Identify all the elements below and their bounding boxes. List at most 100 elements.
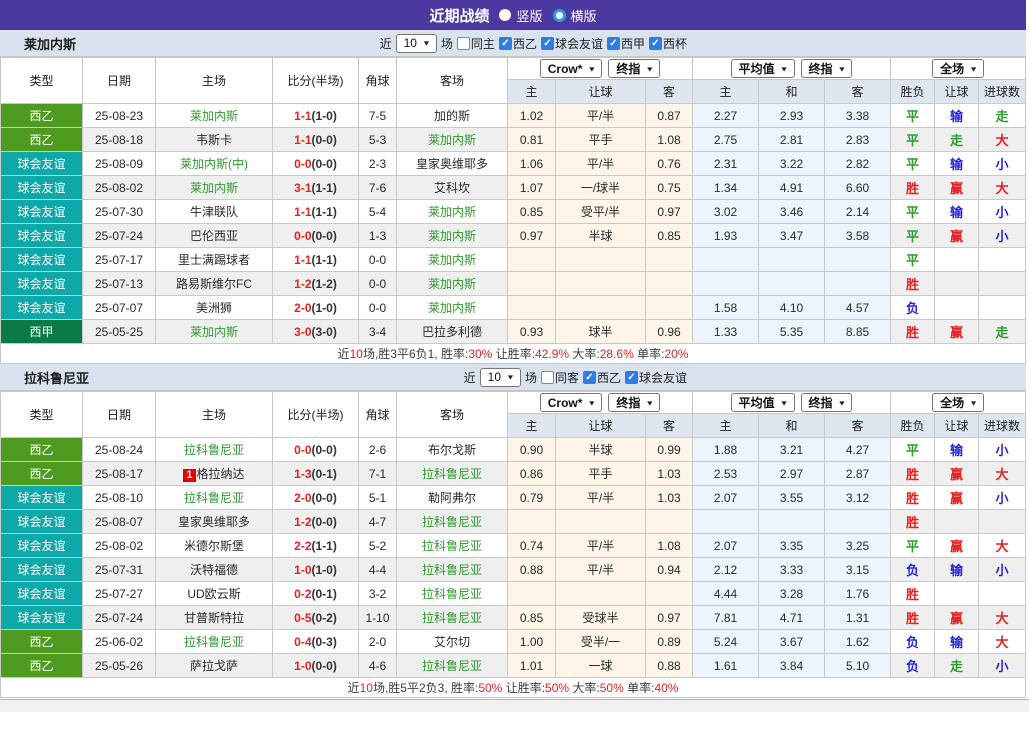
same-venue-checkbox[interactable]: 同客 xyxy=(541,369,579,386)
handicap-odds-cell-0: 1.06 xyxy=(508,152,556,176)
section-controls: 近10▼场同客✓西乙✓球会友谊 xyxy=(0,364,687,390)
odds-col-header-2: 客 xyxy=(646,80,693,104)
handicap-odds-cell-2: 0.89 xyxy=(646,630,693,654)
league-filter-checkbox-1[interactable]: ✓球会友谊 xyxy=(541,35,603,52)
group2-selects-wrap: 平均值▼终指▼ xyxy=(693,59,890,78)
final-odds-select-1[interactable]: 终指▼ xyxy=(608,59,660,78)
result-cell-0: 平 xyxy=(891,224,935,248)
halftime-score: (1-0) xyxy=(312,301,337,315)
sections-container: 莱加内斯近10▼场同主✓西乙✓球会友谊✓西甲✓西杯类型日期主场比分(半场)角球客… xyxy=(0,30,1029,698)
same-venue-checkbox[interactable]: 同主 xyxy=(457,35,495,52)
match-count-select[interactable]: 10▼ xyxy=(480,368,521,387)
away-team-cell: 莱加内斯 xyxy=(397,224,508,248)
fulltime-select[interactable]: 全场▼ xyxy=(932,59,984,78)
home-team-name: 韦斯卡 xyxy=(196,133,232,147)
handicap-odds-cell-1 xyxy=(556,248,646,272)
result-cell-0: 负 xyxy=(891,630,935,654)
away-team-cell: 拉科鲁尼亚 xyxy=(397,462,508,486)
corners-cell: 5-2 xyxy=(359,534,397,558)
corners-cell: 1-10 xyxy=(359,606,397,630)
corners-cell: 2-3 xyxy=(359,152,397,176)
corners-cell: 0-0 xyxy=(359,272,397,296)
result-cell-1: 输 xyxy=(935,152,979,176)
final-odds-select-2[interactable]: 终指▼ xyxy=(801,59,853,78)
home-team-name: 莱加内斯 xyxy=(190,109,238,123)
league-filter-checkbox-3[interactable]: ✓西杯 xyxy=(649,35,687,52)
col-header-3: 比分(半场) xyxy=(273,392,359,438)
result-cell-1: 赢 xyxy=(935,224,979,248)
league-cell: 球会友谊 xyxy=(1,296,83,320)
league-filter-checkbox-1[interactable]: ✓球会友谊 xyxy=(625,369,687,386)
fulltime-score: 1-3 xyxy=(294,467,311,481)
away-team-cell: 拉科鲁尼亚 xyxy=(397,582,508,606)
avg-odds-cell-1: 3.55 xyxy=(759,486,825,510)
league-filter-checkbox-2-box[interactable]: ✓ xyxy=(607,37,620,50)
league-filter-checkbox-0-box[interactable]: ✓ xyxy=(499,37,512,50)
home-team-name: 莱加内斯(中) xyxy=(180,157,248,171)
orientation-radio-horizontal[interactable]: 横版 xyxy=(553,6,597,25)
final-odds-select-1[interactable]: 终指▼ xyxy=(608,393,660,412)
league-filter-checkbox-0[interactable]: ✓西乙 xyxy=(583,369,621,386)
league-filter-checkbox-0-box[interactable]: ✓ xyxy=(583,371,596,384)
avg-odds-cell-0 xyxy=(693,510,759,534)
col-header-2: 主场 xyxy=(156,392,273,438)
group3-selects-wrap: 全场▼ xyxy=(891,59,1025,78)
league-filter-checkbox-1-box[interactable]: ✓ xyxy=(541,37,554,50)
league-filter-checkbox-0[interactable]: ✓西乙 xyxy=(499,35,537,52)
corners-cell: 0-0 xyxy=(359,296,397,320)
away-team-name: 莱加内斯 xyxy=(428,277,476,291)
radio-selected-icon[interactable] xyxy=(553,9,566,22)
same-venue-checkbox-box[interactable] xyxy=(541,371,554,384)
header-selects-row: 类型日期主场比分(半场)角球客场Crow*▼终指▼平均值▼终指▼全场▼ xyxy=(1,392,1026,414)
handicap-odds-cell-2: 0.99 xyxy=(646,438,693,462)
halftime-score: (1-1) xyxy=(312,253,337,267)
odds-col-header-1: 让球 xyxy=(556,414,646,438)
handicap-odds-cell-0: 0.79 xyxy=(508,486,556,510)
league-cell: 球会友谊 xyxy=(1,534,83,558)
result-cell-1: 输 xyxy=(935,558,979,582)
odds-col-header-0: 主 xyxy=(508,414,556,438)
date-cell: 25-08-23 xyxy=(83,104,156,128)
group3-selects-wrap: 全场▼ xyxy=(891,393,1025,412)
avg-odds-cell-0: 2.12 xyxy=(693,558,759,582)
bookmaker-select[interactable]: Crow*▼ xyxy=(540,59,603,78)
home-team-cell: 牛津联队 xyxy=(156,200,273,224)
average-select[interactable]: 平均值▼ xyxy=(731,393,795,412)
summary-value: 20% xyxy=(664,347,688,361)
page-bottom-strip xyxy=(0,699,1029,712)
average-select-value: 平均值 xyxy=(739,60,775,77)
score-cell: 3-0(3-0) xyxy=(273,320,359,344)
corners-cell: 3-2 xyxy=(359,582,397,606)
fulltime-select[interactable]: 全场▼ xyxy=(932,393,984,412)
handicap-odds-cell-1: 受球半 xyxy=(556,606,646,630)
handicap-odds-cell-2: 0.75 xyxy=(646,176,693,200)
league-filter-checkbox-2[interactable]: ✓西甲 xyxy=(607,35,645,52)
group1-selects-wrap: Crow*▼ 终指▼ xyxy=(508,393,692,412)
result-cell-2: 小 xyxy=(979,152,1026,176)
result-cell-0: 平 xyxy=(891,200,935,224)
home-team-name: 莱加内斯 xyxy=(190,325,238,339)
halftime-score: (0-3) xyxy=(312,635,337,649)
final-odds-select-2[interactable]: 终指▼ xyxy=(801,393,853,412)
radio-unselected-icon[interactable] xyxy=(499,9,511,21)
league-filter-checkbox-1-box[interactable]: ✓ xyxy=(625,371,638,384)
away-team-cell: 拉科鲁尼亚 xyxy=(397,558,508,582)
result-cell-2: 大 xyxy=(979,128,1026,152)
near-label: 近 xyxy=(380,35,392,52)
bookmaker-select[interactable]: Crow*▼ xyxy=(540,393,603,412)
score-cell: 1-2(1-2) xyxy=(273,272,359,296)
handicap-odds-cell-1: 平/半 xyxy=(556,104,646,128)
away-team-cell: 拉科鲁尼亚 xyxy=(397,606,508,630)
orientation-radio-vertical[interactable]: 竖版 xyxy=(499,6,542,25)
avg-odds-cell-1 xyxy=(759,510,825,534)
avg-odds-cell-2: 1.76 xyxy=(825,582,891,606)
match-count-select[interactable]: 10▼ xyxy=(396,34,437,53)
fulltime-score: 1-2 xyxy=(294,515,311,529)
chevron-down-icon: ▼ xyxy=(780,65,789,73)
result-cell-2: 走 xyxy=(979,320,1026,344)
league-filter-checkbox-3-box[interactable]: ✓ xyxy=(649,37,662,50)
chevron-down-icon: ▼ xyxy=(838,65,847,73)
match-row: 球会友谊25-08-02米德尔斯堡2-2(1-1)5-2拉科鲁尼亚0.74平/半… xyxy=(1,534,1026,558)
average-select[interactable]: 平均值 ▼ xyxy=(731,59,795,78)
same-venue-checkbox-box[interactable] xyxy=(457,37,470,50)
